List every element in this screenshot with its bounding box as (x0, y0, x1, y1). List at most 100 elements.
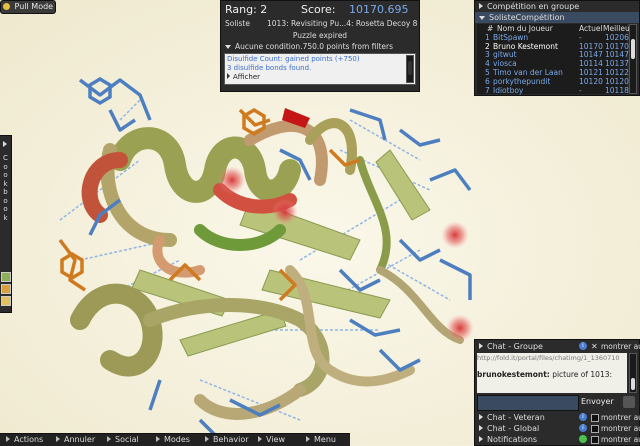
menu-behavior[interactable]: Behavior (205, 434, 249, 446)
checkbox-icon[interactable] (591, 436, 599, 444)
checkbox-icon[interactable] (591, 425, 599, 433)
leaderboard-scroll-thumb[interactable] (631, 39, 635, 59)
player-name: viosca (493, 59, 517, 69)
notifications-tab[interactable]: Notifications montrer aut (479, 434, 640, 445)
menu-menu[interactable]: Menu (306, 434, 336, 446)
chat-global-tab[interactable]: Chat - Global i montrer aut (479, 423, 640, 434)
show-label: Afficher (233, 73, 261, 81)
info-icon[interactable]: i (579, 342, 587, 350)
clash-glow-2 (446, 314, 474, 342)
solo-competition-label: SolisteCompétition (489, 13, 565, 22)
player-name: Bruno Kestemont (493, 41, 558, 51)
show-others-label[interactable]: montrer aut (601, 423, 640, 434)
leaderboard-row[interactable]: 6 porkythepundit 10120 10120 (477, 76, 629, 86)
leaderboard-scrollbar[interactable] (629, 24, 637, 94)
info-icon[interactable]: i (579, 424, 587, 432)
cookbook-letter: o (3, 196, 8, 205)
leaderboard-row[interactable]: 2 Bruno Kestemont 10170 10170 (477, 41, 629, 51)
menu-label: Behavior (213, 435, 249, 444)
score-label: Score: (301, 3, 336, 16)
expand-triangle-icon (227, 73, 230, 79)
chat-veteran-tab[interactable]: Chat - Veteran i montrer aut (479, 412, 640, 423)
send-button[interactable]: Envoyer (581, 395, 623, 409)
notifications-triangle-icon (479, 436, 483, 442)
column-rank: # (487, 24, 494, 33)
condition-line-3[interactable]: Afficher (227, 73, 260, 81)
menu-triangle-icon (156, 436, 160, 442)
cookbook-letter: C (3, 154, 8, 162)
cookbook-recipe-icon-2[interactable] (1, 284, 11, 294)
close-icon[interactable]: ✕ (591, 341, 598, 352)
leaderboard-row[interactable]: 5 Timo van der Laan 10121 10122 (477, 67, 629, 77)
chat-global-triangle-icon (479, 425, 483, 431)
menu-social[interactable]: Social (107, 434, 139, 446)
emoji-button[interactable] (623, 396, 635, 408)
condition-line-1: Disulfide Count: gained points (+750) (227, 55, 360, 63)
menu-label: Annuler (64, 435, 96, 444)
show-others-label[interactable]: montrer aut (601, 341, 640, 352)
pull-mode-button[interactable]: Pull Mode (0, 0, 56, 14)
leaderboard-row[interactable]: 7 Idiotboy - 10118 (477, 85, 629, 95)
clash-glow-4 (218, 166, 246, 194)
menu-actions[interactable]: Actions (6, 434, 43, 446)
pull-mode-icon (3, 3, 10, 10)
menu-annuler[interactable]: Annuler (56, 434, 95, 446)
chat-group-triangle-icon (479, 343, 483, 349)
cookbook-recipe-icon-3[interactable] (1, 296, 11, 306)
chat-group-tab[interactable]: Chat - Groupe i ✕ montrer aut (479, 341, 640, 352)
leaderboard-row[interactable]: 1 BitSpawn - 10206 (477, 32, 629, 42)
expand-triangle-icon (479, 3, 483, 9)
menu-label: Actions (14, 435, 44, 444)
cookbook-recipe-icon-1[interactable] (1, 272, 11, 282)
group-competition-header[interactable]: Compétition en groupe (479, 1, 639, 12)
checkbox-icon[interactable] (591, 414, 599, 422)
show-others-label[interactable]: montrer aut (601, 412, 640, 423)
clash-glow-1 (441, 221, 469, 249)
chat-group-label: Chat - Groupe (487, 342, 543, 351)
score-panel: Rang: 2 Score: 10170.695 Soliste 1013: R… (220, 0, 420, 92)
menu-triangle-icon (56, 436, 60, 442)
conditions-box: Disulfide Count: gained points (+750) 3 … (224, 53, 416, 85)
player-current: 10121 (579, 67, 603, 77)
info-icon[interactable]: i (579, 413, 587, 421)
menu-label: Menu (314, 435, 336, 444)
conditions-scrollbar[interactable] (406, 55, 414, 83)
column-name: Nom du Joueur (497, 24, 553, 33)
conditions-header[interactable]: Aucune condition.750.0 points from filte… (225, 41, 419, 52)
player-current: 10114 (579, 59, 603, 69)
chat-veteran-label: Chat - Veteran (487, 413, 545, 422)
column-current: Actuel (579, 24, 603, 33)
player-best: 10147 (605, 50, 629, 60)
player-current: - (579, 32, 582, 42)
player-best: 10122 (605, 67, 629, 77)
leaderboard-row[interactable]: 4 viosca 10114 10137 (477, 59, 629, 69)
menu-modes[interactable]: Modes (156, 434, 190, 446)
leaderboard-row[interactable]: 3 gitwut 10147 10147 (477, 50, 629, 60)
chat-scroll-thumb[interactable] (631, 378, 635, 390)
chat-message-text: picture of 1013: (552, 370, 613, 379)
clash-glow-3 (272, 199, 298, 225)
solo-competition-header[interactable]: SolisteCompétition (475, 12, 639, 23)
cookbook-letter: o (3, 205, 8, 213)
chat-message-user: brunokestemont: (477, 370, 550, 379)
bottom-menu-bar: Actions Annuler Social Modes Behavior View Men… (0, 433, 350, 446)
collapse-triangle-icon (225, 45, 231, 49)
pull-mode-label: Pull Mode (14, 2, 54, 11)
chat-scrollbar[interactable] (629, 353, 637, 393)
player-rank: 7 (485, 85, 490, 95)
menu-triangle-icon (6, 436, 10, 442)
cookbook-tab[interactable]: Cookbook (0, 135, 12, 313)
chat-url-line[interactable]: http://fold.it/portal/files/chatimg/1_13… (477, 354, 627, 362)
player-name: porkythepundit (493, 76, 551, 86)
player-current: - (579, 85, 582, 95)
send-label: Envoyer (581, 397, 614, 406)
cookbook-letter: o (3, 171, 8, 179)
show-others-label[interactable]: montrer aut (601, 434, 640, 445)
chat-input[interactable] (477, 395, 579, 411)
menu-view[interactable]: View (258, 434, 285, 446)
leaderboard-header: # Nom du Joueur Actuel Meilleur (477, 24, 633, 33)
cookbook-label: Cookbook (0, 154, 11, 222)
player-current: 10147 (579, 50, 603, 60)
puzzle-title: 1013: Revisiting Pu...4: Rosetta Decoy 8 (267, 19, 418, 28)
conditions-scroll-thumb[interactable] (408, 61, 412, 75)
